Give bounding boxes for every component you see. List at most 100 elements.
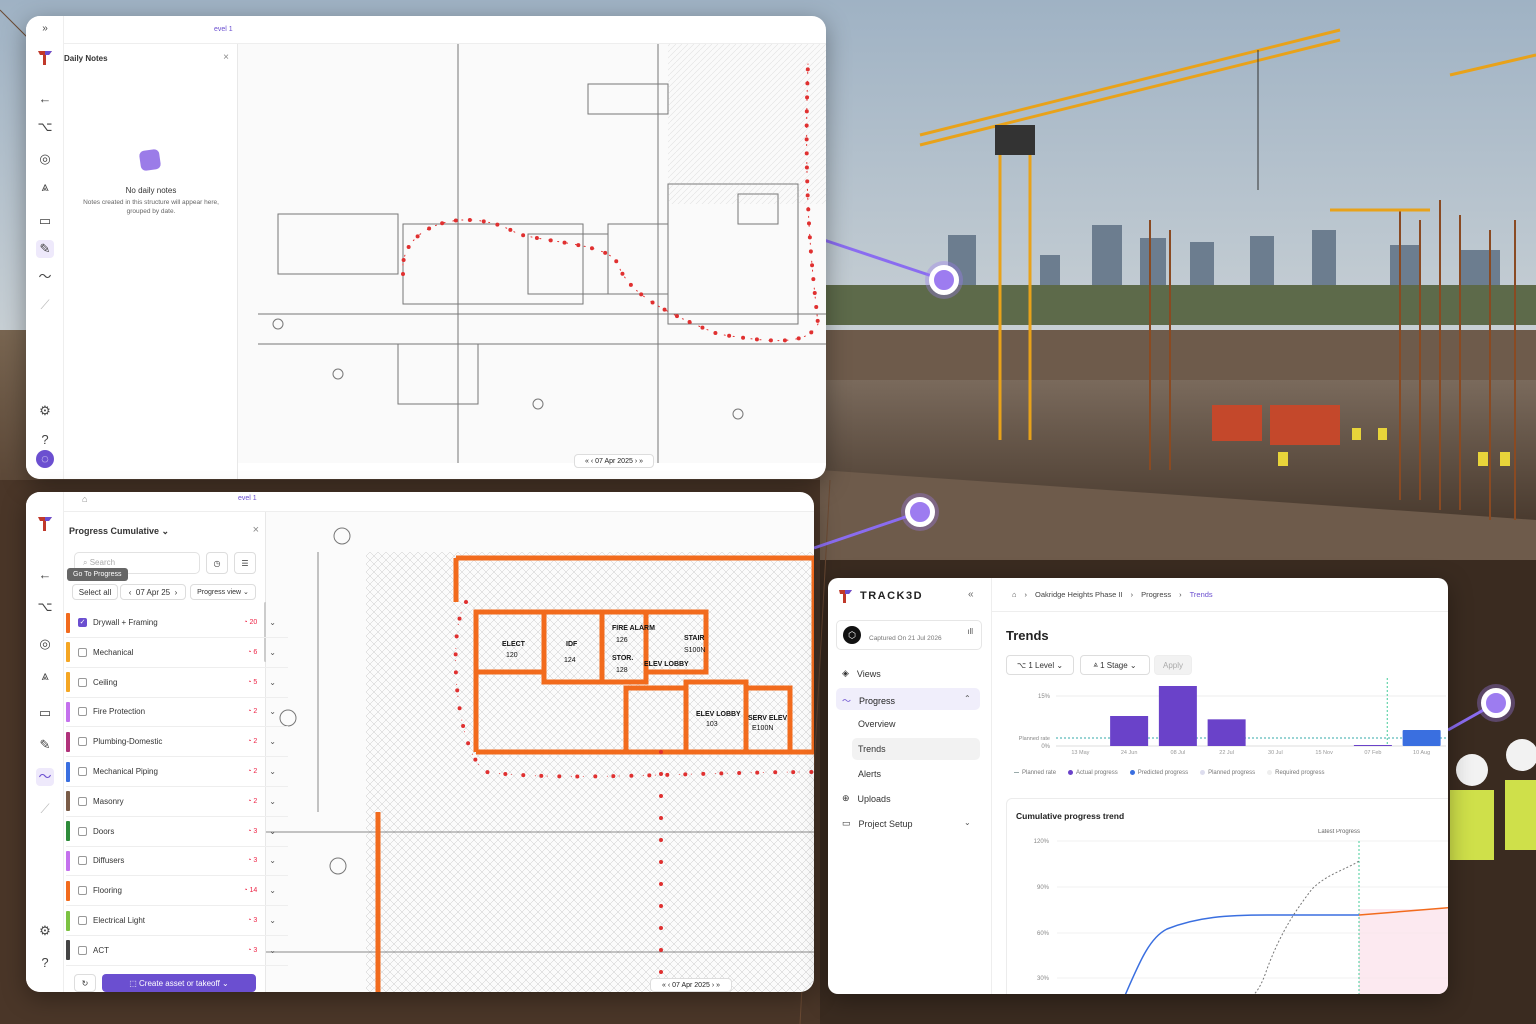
y-tick-label: 30%: [1037, 976, 1050, 982]
nav-views[interactable]: ◈ Views: [842, 668, 881, 679]
expand-icon[interactable]: »: [36, 20, 54, 38]
floorplan-canvas[interactable]: [238, 44, 826, 463]
connector-dot-3: [1481, 688, 1511, 718]
legend-label: Planned rate: [1022, 770, 1057, 776]
close-icon[interactable]: ×: [223, 52, 229, 63]
nav-uploads[interactable]: ⊕ Uploads: [842, 793, 891, 804]
panel-title: Daily Notes: [64, 54, 108, 63]
date-next-icon-2[interactable]: › »: [710, 982, 720, 989]
category-row[interactable]: Mechanical Piping ◔ 2 ⌄: [66, 757, 288, 787]
progress-floorplan[interactable]: ELECT 120 IDF 124 FIRE ALARM 126 STOR. 1…: [266, 512, 814, 992]
home-icon-2[interactable]: ⌂: [1012, 590, 1017, 599]
category-row[interactable]: ACT ◔ 3 ⌄: [66, 936, 288, 966]
category-row[interactable]: Mechanical ◔ 6 ⌄: [66, 638, 288, 668]
category-row[interactable]: Ceiling ◔ 5 ⌄: [66, 668, 288, 698]
category-row[interactable]: Flooring ◔ 14 ⌄: [66, 876, 288, 907]
category-row[interactable]: Doors ◔ 3 ⌄: [66, 817, 288, 847]
category-expand-icon[interactable]: ⌄: [269, 827, 276, 836]
chevron-down-icon-2[interactable]: ⌄: [964, 818, 971, 827]
stage-filter[interactable]: ⩓ 1 Stage ⌄: [1080, 655, 1150, 675]
y-tick-label: 15%: [1038, 694, 1051, 700]
category-row[interactable]: Plumbing-Domestic ◔ 2 ⌄: [66, 727, 288, 758]
category-checkbox[interactable]: ✓: [78, 618, 87, 627]
level-label[interactable]: evel 1: [214, 26, 233, 33]
category-expand-icon[interactable]: ⌄: [269, 737, 276, 746]
date-prev-icon-2[interactable]: « ‹: [662, 982, 672, 989]
category-expand-icon[interactable]: ⌄: [269, 916, 276, 925]
nav-alerts[interactable]: Alerts: [858, 769, 881, 779]
back-arrow-icon[interactable]: ←: [36, 90, 54, 108]
category-checkbox[interactable]: [78, 796, 87, 806]
settings-gear-icon[interactable]: ⚙: [36, 402, 54, 420]
project-card[interactable]: ⬡ Captured On 21 Jul 2026 ıll: [836, 620, 982, 650]
category-checkbox[interactable]: [78, 677, 87, 687]
category-count: ◔ 2: [247, 708, 258, 716]
trend-icon[interactable]: 〜: [36, 268, 54, 286]
category-row[interactable]: Diffusers ◔ 3 ⌄: [66, 846, 288, 877]
chat-icon[interactable]: ◌: [36, 450, 54, 468]
category-count: ◔ 14: [243, 887, 258, 895]
aperture-icon[interactable]: ◎: [36, 150, 54, 168]
collapse-sidebar-icon[interactable]: «: [968, 589, 974, 600]
hierarchy-icon[interactable]: ⌥: [36, 118, 54, 136]
breadcrumb-progress[interactable]: Progress: [1141, 590, 1171, 599]
room-label-elect: ELECT: [502, 641, 526, 648]
create-asset-button[interactable]: ⬚ Create asset or takeoff ⌄: [102, 974, 256, 992]
category-row[interactable]: ✓ Drywall + Framing ◔ 20 ⌄: [66, 608, 288, 638]
progress-floorplan-drawing: ELECT 120 IDF 124 FIRE ALARM 126 STOR. 1…: [266, 527, 814, 992]
category-expand-icon[interactable]: ⌄: [269, 946, 276, 955]
category-checkbox[interactable]: [78, 647, 87, 657]
category-checkbox[interactable]: [78, 945, 87, 955]
category-row[interactable]: Masonry ◔ 2 ⌄: [66, 787, 288, 817]
date-navigator[interactable]: « ‹ 07 Apr 2025 › »: [574, 454, 654, 468]
category-expand-icon[interactable]: ⌄: [269, 797, 276, 806]
category-checkbox[interactable]: [78, 707, 87, 717]
apply-button[interactable]: Apply: [1154, 655, 1192, 675]
room-label-idf: IDF: [566, 641, 578, 648]
planned-progress-line: [1253, 860, 1360, 994]
category-label: Diffusers: [93, 856, 125, 866]
category-expand-icon[interactable]: ⌄: [269, 767, 276, 776]
category-checkbox[interactable]: [78, 767, 87, 776]
nav-overview[interactable]: Overview: [858, 719, 896, 729]
refresh-icon[interactable]: ↻: [74, 974, 96, 992]
help-icon[interactable]: ?: [36, 431, 54, 449]
category-row[interactable]: Electrical Light ◔ 3 ⌄: [66, 906, 288, 936]
category-expand-icon[interactable]: ⌄: [269, 678, 276, 687]
connector-dot-1: [929, 265, 959, 295]
date-next-icon[interactable]: › »: [633, 458, 643, 465]
chevron-up-icon[interactable]: ⌃: [964, 694, 971, 703]
nav-trends-row[interactable]: Trends: [858, 744, 886, 754]
compass-icon[interactable]: ⩓: [36, 178, 54, 196]
nav-project-setup[interactable]: ▭ Project Setup: [842, 818, 913, 829]
category-color-bar: [66, 731, 70, 752]
category-expand-icon[interactable]: ⌄: [269, 886, 276, 895]
category-checkbox[interactable]: [78, 737, 87, 747]
comment-icon[interactable]: ▭: [36, 212, 54, 230]
nav-progress-row[interactable]: 〜 Progress: [842, 694, 895, 707]
category-row[interactable]: Fire Protection ◔ 2 ⌄: [66, 697, 288, 728]
category-expand-icon[interactable]: ⌄: [269, 648, 276, 657]
category-checkbox[interactable]: [78, 916, 87, 925]
bar-actual: [1158, 686, 1197, 746]
bar-predicted: [1402, 730, 1441, 746]
project-avatar: ⬡: [843, 626, 861, 644]
room-number-120: 120: [506, 652, 518, 659]
category-checkbox[interactable]: [78, 826, 87, 836]
y-tick-label: 120%: [1034, 839, 1050, 845]
category-expand-icon[interactable]: ⌄: [269, 707, 276, 716]
category-expand-icon[interactable]: ⌄: [269, 856, 276, 865]
category-checkbox[interactable]: [78, 886, 87, 896]
notes-icon[interactable]: ✎: [36, 240, 54, 258]
date-navigator-2[interactable]: « ‹ 07 Apr 2025 › »: [650, 978, 732, 992]
date-prev-icon[interactable]: « ‹: [585, 458, 595, 465]
stage-filter-label: 1 Stage: [1100, 660, 1128, 670]
breadcrumb-project[interactable]: Oakridge Heights Phase II: [1035, 590, 1123, 599]
level-filter[interactable]: ⌥ 1 Level ⌄: [1006, 655, 1074, 675]
category-checkbox[interactable]: [78, 856, 87, 866]
category-expand-icon[interactable]: ⌄: [269, 618, 276, 627]
category-label: Doors: [93, 826, 115, 836]
ruler-icon[interactable]: ⟋: [36, 296, 54, 314]
category-count: ◔ 5: [247, 678, 258, 686]
x-tick-label: 08 Jul: [1171, 750, 1186, 756]
